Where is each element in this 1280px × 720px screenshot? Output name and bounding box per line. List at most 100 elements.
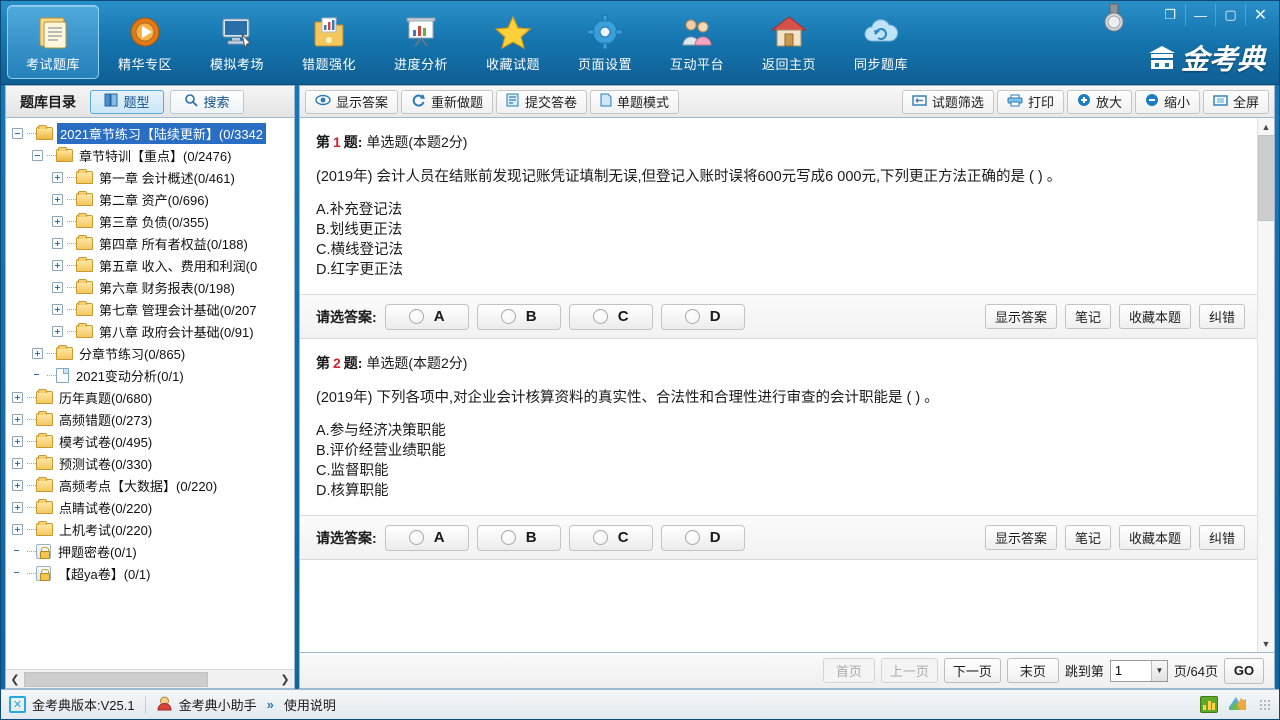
resize-gripper-icon[interactable] — [1259, 699, 1271, 711]
scroll-down-arrow-icon[interactable]: ▼ — [1258, 635, 1275, 652]
question-option[interactable]: B.评价经营业绩职能 — [316, 441, 1241, 461]
first-page-button[interactable]: 首页 — [823, 658, 875, 683]
catalog-tree[interactable]: 2021章节练习【陆续更新】(0/3342章节特训【重点】(0/2476)第一章… — [6, 118, 294, 669]
radio-icon[interactable] — [501, 309, 516, 324]
tree-node[interactable]: 2021变动分析(0/1) — [6, 364, 294, 386]
hscroll-track[interactable] — [24, 672, 276, 687]
zoom-out-button[interactable]: 缩小 — [1135, 90, 1200, 114]
question-option[interactable]: A.参与经济决策职能 — [316, 421, 1241, 441]
tree-node[interactable]: 预测试卷(0/330) — [6, 452, 294, 474]
tree-node[interactable]: 高频考点【大数据】(0/220) — [6, 474, 294, 496]
hscroll-thumb[interactable] — [24, 672, 208, 687]
answer-choice-a[interactable]: A — [385, 525, 469, 551]
note-button[interactable]: 笔记 — [1065, 525, 1111, 550]
tree-node[interactable]: 2021章节练习【陆续更新】(0/3342 — [6, 122, 294, 144]
tree-node[interactable]: 第八章 政府会计基础(0/91) — [6, 320, 294, 342]
question-option[interactable]: D.核算职能 — [316, 481, 1241, 501]
expand-node-icon[interactable] — [52, 304, 63, 315]
radio-icon[interactable] — [501, 530, 516, 545]
next-page-button[interactable]: 下一页 — [944, 658, 1001, 683]
expand-node-icon[interactable] — [12, 414, 23, 425]
ribbon-item-progress-analysis[interactable]: 进度分析 — [375, 5, 467, 79]
show-answer-action-button[interactable]: 显示答案 — [985, 304, 1057, 329]
tree-node[interactable]: 上机考试(0/220) — [6, 518, 294, 540]
tree-node[interactable]: 历年真题(0/680) — [6, 386, 294, 408]
page-number-select[interactable]: 1 ▼ — [1110, 660, 1168, 682]
question-option[interactable]: A.补充登记法 — [316, 200, 1241, 220]
show-answer-action-button[interactable]: 显示答案 — [985, 525, 1057, 550]
question-option[interactable]: B.划线更正法 — [316, 220, 1241, 240]
last-page-button[interactable]: 末页 — [1007, 658, 1059, 683]
answer-choice-b[interactable]: B — [477, 525, 561, 551]
scroll-left-arrow-icon[interactable]: ❮ — [6, 671, 24, 688]
expand-node-icon[interactable] — [52, 282, 63, 293]
vscroll-track[interactable] — [1258, 135, 1275, 635]
tree-node[interactable]: 章节特训【重点】(0/2476) — [6, 144, 294, 166]
collapse-node-icon[interactable] — [32, 150, 43, 161]
radio-icon[interactable] — [409, 309, 424, 324]
tree-node[interactable]: 高频错题(0/273) — [6, 408, 294, 430]
report-error-button[interactable]: 纠错 — [1199, 304, 1245, 329]
expand-node-icon[interactable] — [12, 502, 23, 513]
sidebar-tab-question-type[interactable]: 题型 — [90, 90, 164, 114]
answer-choice-b[interactable]: B — [477, 304, 561, 330]
tree-node[interactable]: 第四章 所有者权益(0/188) — [6, 232, 294, 254]
ribbon-item-favorites[interactable]: 收藏试题 — [467, 5, 559, 79]
radio-icon[interactable] — [593, 309, 608, 324]
ribbon-item-sync-bank[interactable]: 同步题库 — [835, 5, 927, 79]
ribbon-item-interactive-platform[interactable]: 互动平台 — [651, 5, 743, 79]
expand-node-icon[interactable] — [32, 348, 43, 359]
ribbon-item-home[interactable]: 返回主页 — [743, 5, 835, 79]
scroll-up-arrow-icon[interactable]: ▲ — [1258, 118, 1275, 135]
expand-node-icon[interactable] — [12, 458, 23, 469]
tree-node[interactable]: 点睛试卷(0/220) — [6, 496, 294, 518]
tree-node[interactable]: 模考试卷(0/495) — [6, 430, 294, 452]
content-vertical-scrollbar[interactable]: ▲ ▼ — [1257, 118, 1274, 652]
sync-status-icon[interactable] — [1228, 695, 1247, 715]
show-answer-button[interactable]: 显示答案 — [305, 90, 398, 114]
tree-node[interactable]: 第六章 财务报表(0/198) — [6, 276, 294, 298]
submit-answers-button[interactable]: 提交答卷 — [496, 90, 587, 114]
fullscreen-button[interactable]: 全屏 — [1203, 90, 1269, 114]
question-option[interactable]: C.横线登记法 — [316, 240, 1241, 260]
favorite-question-button[interactable]: 收藏本题 — [1119, 525, 1191, 550]
chevron-down-icon[interactable]: ▼ — [1151, 661, 1167, 681]
expand-node-icon[interactable] — [12, 392, 23, 403]
expand-node-icon[interactable] — [52, 326, 63, 337]
scroll-right-arrow-icon[interactable]: ❯ — [276, 671, 294, 688]
zoom-in-button[interactable]: 放大 — [1067, 90, 1132, 114]
minimize-window-button[interactable]: — — [1185, 4, 1215, 26]
answer-choice-c[interactable]: C — [569, 525, 653, 551]
expand-chevron-icon[interactable]: » — [267, 697, 274, 712]
expand-node-icon[interactable] — [52, 260, 63, 271]
answer-choice-d[interactable]: D — [661, 525, 745, 551]
redo-questions-button[interactable]: 重新做题 — [401, 90, 493, 114]
ribbon-item-wrong-questions[interactable]: 错题强化 — [283, 5, 375, 79]
answer-choice-c[interactable]: C — [569, 304, 653, 330]
radio-icon[interactable] — [409, 530, 424, 545]
ribbon-item-essence-zone[interactable]: 精华专区 — [99, 5, 191, 79]
collapse-node-icon[interactable] — [12, 128, 23, 139]
expand-node-icon[interactable] — [52, 216, 63, 227]
filter-questions-button[interactable]: 试题筛选 — [902, 90, 994, 114]
radio-icon[interactable] — [685, 309, 700, 324]
print-button[interactable]: 打印 — [997, 90, 1064, 114]
prev-page-button[interactable]: 上一页 — [881, 658, 938, 683]
tree-node[interactable]: 第二章 资产(0/696) — [6, 188, 294, 210]
radio-icon[interactable] — [593, 530, 608, 545]
sidebar-horizontal-scrollbar[interactable]: ❮ ❯ — [6, 669, 294, 688]
go-button[interactable]: GO — [1224, 658, 1264, 684]
sidebar-tab-search[interactable]: 搜索 — [170, 90, 244, 114]
tree-node[interactable]: 第七章 管理会计基础(0/207 — [6, 298, 294, 320]
answer-choice-d[interactable]: D — [661, 304, 745, 330]
expand-node-icon[interactable] — [52, 172, 63, 183]
ribbon-item-page-settings[interactable]: 页面设置 — [559, 5, 651, 79]
question-option[interactable]: C.监督职能 — [316, 461, 1241, 481]
favorite-question-button[interactable]: 收藏本题 — [1119, 304, 1191, 329]
answer-choice-a[interactable]: A — [385, 304, 469, 330]
restore-window-button[interactable]: ❐ — [1155, 4, 1185, 26]
radio-icon[interactable] — [685, 530, 700, 545]
expand-node-icon[interactable] — [12, 436, 23, 447]
assistant-status-item[interactable]: 金考典小助手 — [156, 695, 257, 714]
tree-node[interactable]: 第一章 会计概述(0/461) — [6, 166, 294, 188]
